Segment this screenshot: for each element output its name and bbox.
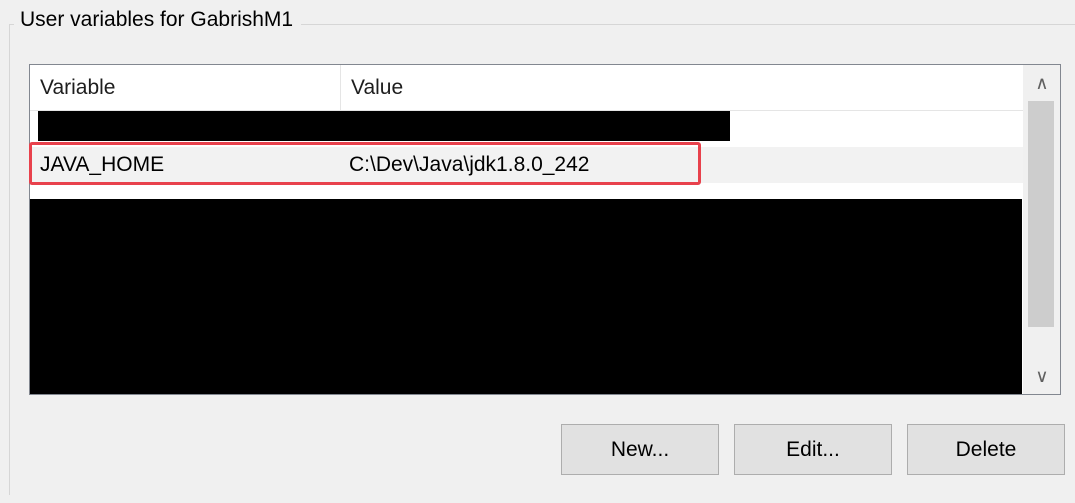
list-header: Variable Value — [30, 65, 1023, 111]
scroll-thumb[interactable] — [1028, 101, 1054, 327]
groupbox-title: User variables for GabrishM1 — [14, 6, 302, 34]
new-button[interactable]: New... — [561, 424, 719, 475]
vertical-scrollbar[interactable]: ∧ ∨ — [1023, 65, 1060, 394]
table-row-java-home[interactable]: JAVA_HOME C:\Dev\Java\jdk1.8.0_242 — [30, 147, 1023, 183]
edit-button[interactable]: Edit... — [734, 424, 892, 475]
delete-button[interactable]: Delete — [907, 424, 1065, 475]
redacted-row — [38, 111, 730, 141]
scroll-up-icon[interactable]: ∧ — [1024, 65, 1060, 101]
redacted-rows-block — [30, 199, 1022, 394]
column-header-variable[interactable]: Variable — [30, 65, 340, 110]
scroll-down-icon[interactable]: ∨ — [1024, 358, 1060, 394]
cell-variable: JAVA_HOME — [40, 153, 165, 176]
cell-value: C:\Dev\Java\jdk1.8.0_242 — [349, 153, 590, 176]
column-header-value[interactable]: Value — [340, 65, 1023, 110]
variables-list[interactable]: Variable Value JAVA_HOME C:\Dev\Java\jdk… — [29, 64, 1061, 395]
